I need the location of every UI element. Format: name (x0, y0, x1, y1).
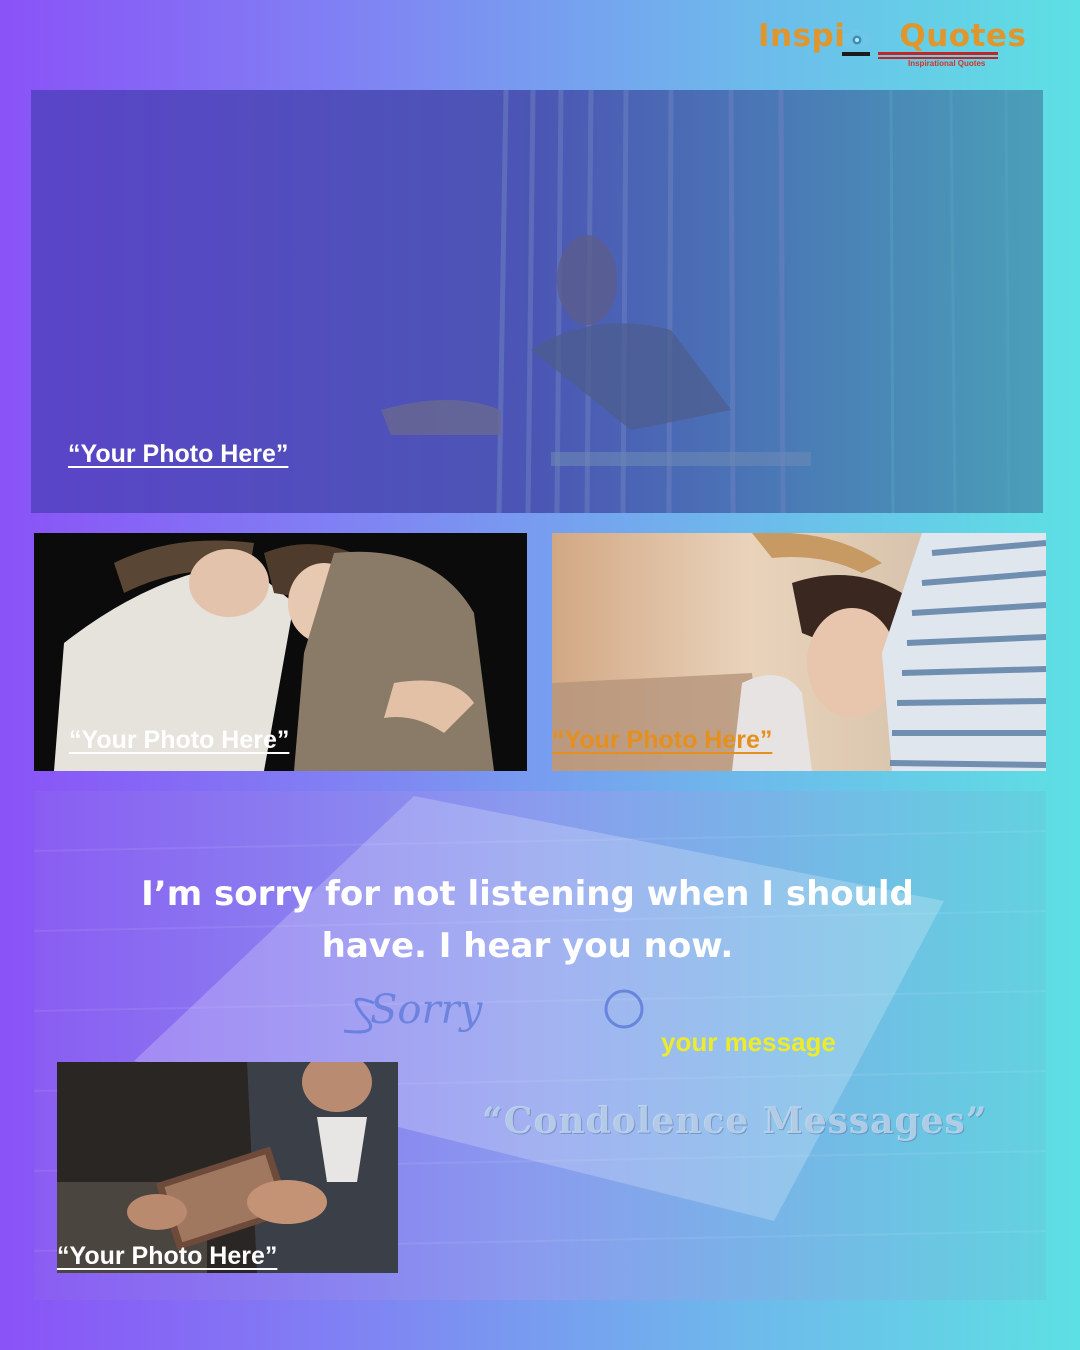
photo-frame-right[interactable]: “Your Photo Here” (552, 533, 1046, 771)
brand-logo: Inspi Quotes Inspirational Quotes (758, 18, 1026, 74)
logo-underline-dark (842, 52, 870, 56)
category-title: “Condolence Messages” (482, 1100, 988, 1142)
logo-part2: Quotes (899, 18, 1027, 54)
quote-text: I’m sorry for not listening when I shoul… (141, 874, 914, 966)
logo-part1: Inspi (758, 18, 846, 54)
photo-frame-top[interactable]: “Your Photo Here” (31, 90, 1043, 513)
logo-subtitle: Inspirational Quotes (908, 59, 986, 68)
camera-icon (843, 30, 871, 47)
logo-underline-red (878, 52, 998, 55)
photo-frame-inset[interactable]: “Your Photo Here” (57, 1062, 398, 1273)
your-message-text: your message (661, 1027, 836, 1057)
photo-caption-left: “Your Photo Here” (69, 726, 290, 754)
photo-caption-top: “Your Photo Here” (68, 440, 289, 468)
handwritten-sorry: Sorry (370, 987, 483, 1033)
photo-frame-left[interactable]: “Your Photo Here” (34, 533, 527, 771)
photo-caption-right: “Your Photo Here” (552, 726, 773, 754)
photo-caption-inset: “Your Photo Here” (57, 1242, 278, 1270)
logo-wordmark: Inspi Quotes (758, 18, 1026, 54)
